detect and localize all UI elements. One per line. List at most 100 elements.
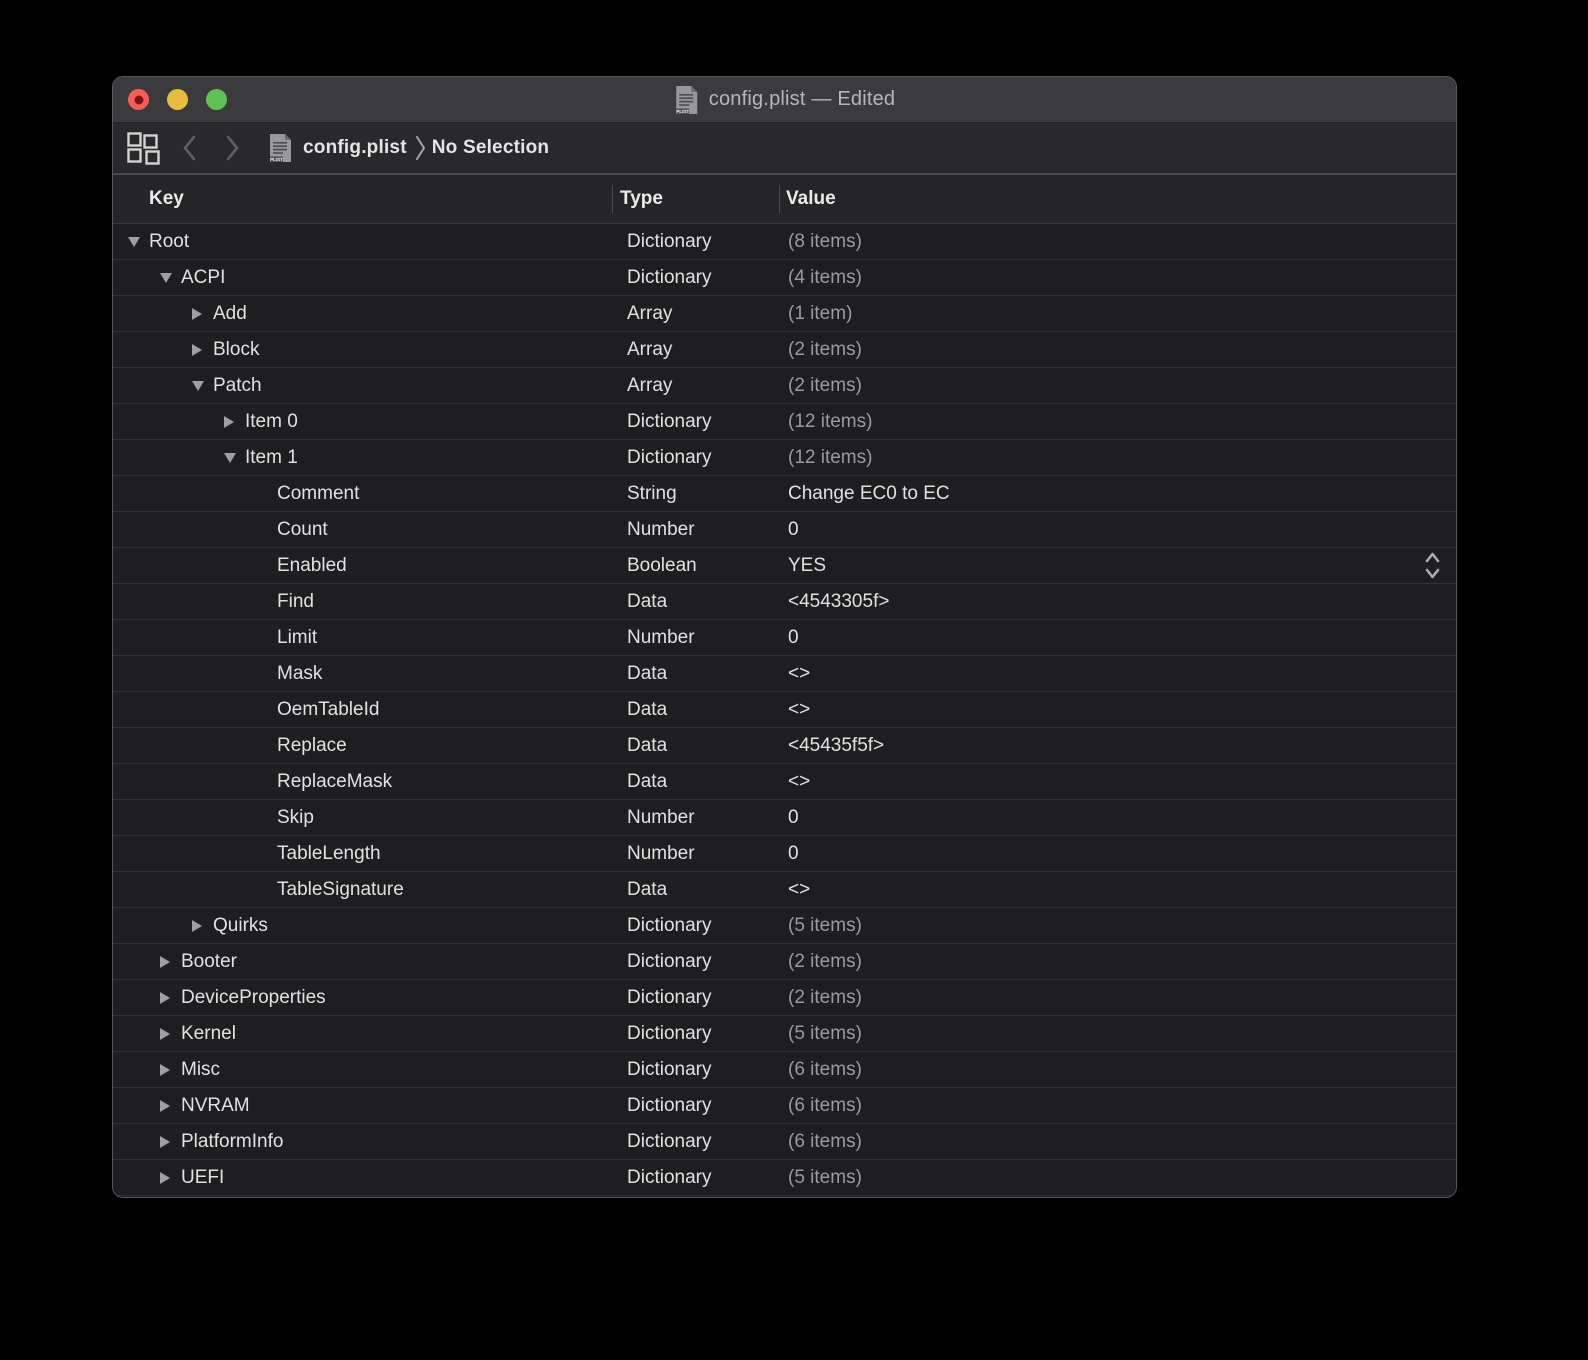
key-cell: Block — [113, 339, 612, 361]
value-label: (6 items) — [788, 1095, 862, 1117]
table-row[interactable]: SkipNumber0 — [113, 800, 1456, 836]
type-cell: Data — [612, 771, 779, 793]
disclosure-triangle-icon[interactable] — [160, 956, 170, 968]
zoom-button[interactable] — [206, 89, 227, 110]
disclosure-triangle-icon[interactable] — [160, 1064, 170, 1076]
table-row[interactable]: QuirksDictionary(5 items) — [113, 908, 1456, 944]
boolean-stepper[interactable] — [1423, 550, 1442, 581]
table-row[interactable]: BooterDictionary(2 items) — [113, 944, 1456, 980]
breadcrumb-selection-item[interactable]: No Selection — [432, 137, 549, 159]
table-row[interactable]: AddArray(1 item) — [113, 296, 1456, 332]
disclosure-triangle-icon[interactable] — [128, 237, 140, 247]
disclosure-triangle-icon[interactable] — [160, 1172, 170, 1184]
value-label: (5 items) — [788, 915, 862, 937]
type-cell: Array — [612, 303, 779, 325]
disclosure-triangle-icon[interactable] — [192, 308, 202, 320]
key-label: TableLength — [277, 843, 381, 865]
breadcrumb-file-item[interactable]: PLIST config.plist — [268, 133, 407, 163]
edited-dot-icon — [134, 95, 143, 104]
window-title: config.plist — Edited — [709, 88, 896, 111]
table-row[interactable]: ReplaceMask Data<> — [113, 764, 1456, 800]
value-label: (6 items) — [788, 1131, 862, 1153]
type-cell: Dictionary — [612, 267, 779, 289]
column-divider[interactable] — [779, 185, 780, 213]
table-row[interactable]: DevicePropertiesDictionary(2 items) — [113, 980, 1456, 1016]
disclosure-triangle-icon[interactable] — [192, 381, 204, 391]
type-cell: Number — [612, 519, 779, 541]
table-row[interactable]: CommentStringChange EC0 to EC — [113, 476, 1456, 512]
disclosure-triangle-icon[interactable] — [160, 992, 170, 1004]
value-label: (5 items) — [788, 1023, 862, 1045]
table-row[interactable]: LimitNumber0 — [113, 620, 1456, 656]
table-row[interactable]: TableSignatureData<> — [113, 872, 1456, 908]
value-cell: <45435f5f> — [779, 735, 1456, 757]
table-row[interactable]: Count Number0 — [113, 512, 1456, 548]
column-header-value: Value — [779, 188, 1456, 210]
screen: { "window": { "title": "config.plist — E… — [0, 0, 1588, 1360]
table-row[interactable]: MiscDictionary(6 items) — [113, 1052, 1456, 1088]
related-items-button[interactable] — [127, 132, 160, 165]
traffic-lights — [128, 89, 227, 110]
key-cell: Limit — [113, 627, 612, 649]
key-cell: Enabled — [113, 555, 612, 577]
value-cell: 0 — [779, 519, 1456, 541]
chevron-right-icon — [225, 135, 240, 161]
table-row[interactable]: EnabledBooleanYES — [113, 548, 1456, 584]
key-label: Count — [277, 519, 328, 541]
back-button[interactable] — [182, 135, 197, 161]
value-cell: (2 items) — [779, 375, 1456, 397]
close-button[interactable] — [128, 89, 149, 110]
value-label: (2 items) — [788, 375, 862, 397]
table-row[interactable]: OemTableIdData<> — [113, 692, 1456, 728]
table-row[interactable]: RootDictionary(8 items) — [113, 224, 1456, 260]
value-cell: (12 items) — [779, 447, 1456, 469]
disclosure-triangle-icon[interactable] — [224, 416, 234, 428]
table-row[interactable]: KernelDictionary(5 items) — [113, 1016, 1456, 1052]
table-row[interactable]: TableLengthNumber0 — [113, 836, 1456, 872]
minimize-button[interactable] — [167, 89, 188, 110]
key-label: ReplaceMask — [277, 771, 392, 793]
type-cell: Data — [612, 735, 779, 757]
disclosure-triangle-icon[interactable] — [192, 344, 202, 356]
breadcrumb-separator-icon — [415, 134, 426, 162]
disclosure-triangle-icon[interactable] — [160, 1028, 170, 1040]
disclosure-triangle-icon[interactable] — [160, 273, 172, 283]
key-cell: Patch — [113, 375, 612, 397]
value-label: <4543305f> — [788, 591, 889, 613]
value-label: <> — [788, 879, 810, 901]
table-row[interactable]: UEFIDictionary(5 items) — [113, 1160, 1456, 1196]
key-cell: Count — [113, 519, 612, 541]
key-label: Kernel — [181, 1023, 236, 1045]
table-row[interactable]: Item 1Dictionary(12 items) — [113, 440, 1456, 476]
column-divider[interactable] — [612, 185, 613, 213]
column-header-type: Type — [612, 188, 779, 210]
key-label: Patch — [213, 375, 262, 397]
disclosure-triangle-icon[interactable] — [160, 1100, 170, 1112]
table-row[interactable]: ACPIDictionary(4 items) — [113, 260, 1456, 296]
table-row[interactable]: BlockArray(2 items) — [113, 332, 1456, 368]
disclosure-triangle-icon[interactable] — [224, 453, 236, 463]
title-bar[interactable]: PLIST config.plist — Edited — [113, 77, 1456, 123]
column-header-key: Key — [113, 188, 612, 210]
table-row[interactable]: Item 0Dictionary(12 items) — [113, 404, 1456, 440]
value-cell: 0 — [779, 627, 1456, 649]
table-row[interactable]: PlatformInfoDictionary(6 items) — [113, 1124, 1456, 1160]
value-cell: (8 items) — [779, 231, 1456, 253]
key-cell: Misc — [113, 1059, 612, 1081]
plist-document-icon: PLIST — [674, 85, 699, 115]
type-cell: Array — [612, 339, 779, 361]
value-label: <45435f5f> — [788, 735, 884, 757]
value-cell: <> — [779, 699, 1456, 721]
key-cell: Replace — [113, 735, 612, 757]
value-cell: <> — [779, 771, 1456, 793]
disclosure-triangle-icon[interactable] — [160, 1136, 170, 1148]
forward-button[interactable] — [225, 135, 240, 161]
table-row[interactable]: PatchArray(2 items) — [113, 368, 1456, 404]
table-row[interactable]: MaskData<> — [113, 656, 1456, 692]
value-cell: (6 items) — [779, 1059, 1456, 1081]
table-row[interactable]: ReplaceData <45435f5f> — [113, 728, 1456, 764]
table-row[interactable]: NVRAMDictionary(6 items) — [113, 1088, 1456, 1124]
table-row[interactable]: FindData<4543305f> — [113, 584, 1456, 620]
disclosure-triangle-icon[interactable] — [192, 920, 202, 932]
key-label: Misc — [181, 1059, 220, 1081]
